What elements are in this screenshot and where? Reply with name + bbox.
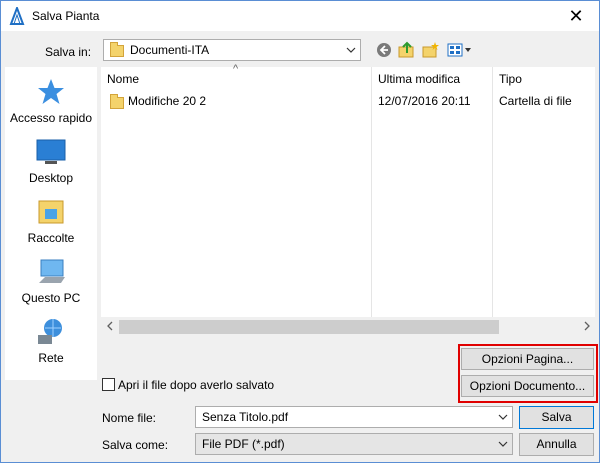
save-as-value: File PDF (*.pdf) — [202, 437, 285, 451]
place-label: Questo PC — [21, 291, 81, 305]
save-in-value: Documenti-ITA — [130, 43, 210, 57]
libraries-icon — [35, 197, 67, 227]
chevron-down-icon — [346, 42, 356, 61]
document-options-button[interactable]: Opzioni Documento... — [461, 375, 594, 397]
new-folder-icon — [422, 42, 439, 58]
app-logo-icon — [9, 7, 25, 25]
new-folder-button[interactable] — [422, 41, 440, 59]
horizontal-scrollbar[interactable] — [101, 317, 595, 337]
folder-icon — [110, 94, 124, 109]
filename-value: Senza Titolo.pdf — [202, 410, 289, 424]
place-label: Accesso rapido — [9, 111, 93, 125]
file-name: Modifiche 20 2 — [128, 94, 207, 108]
close-icon: ✕ — [568, 5, 584, 27]
back-button[interactable] — [375, 41, 393, 59]
chevron-down-icon — [498, 409, 508, 428]
desktop-icon — [35, 137, 67, 167]
column-header-name[interactable]: Nome — [101, 67, 371, 93]
back-icon — [377, 43, 391, 57]
cancel-button[interactable]: Annulla — [519, 433, 594, 456]
place-label: Rete — [38, 351, 64, 365]
open-after-save-checkbox[interactable] — [102, 378, 115, 391]
up-folder-button[interactable] — [398, 41, 416, 59]
save-as-dropdown[interactable]: File PDF (*.pdf) — [195, 433, 513, 455]
filename-input[interactable]: Senza Titolo.pdf — [195, 406, 513, 428]
file-modified: 12/07/2016 20:11 — [378, 94, 471, 108]
save-button-label: Salva — [541, 410, 572, 424]
title-bar: Salva Pianta ✕ — [1, 1, 599, 31]
chevron-down-icon — [498, 436, 508, 455]
folder-icon — [110, 42, 124, 57]
places-bar: Accesso rapido Desktop Raccolte Questo P… — [5, 67, 97, 380]
place-label: Desktop — [28, 171, 74, 185]
star-icon — [35, 77, 67, 107]
scroll-left-icon — [106, 319, 114, 336]
scrollbar-thumb[interactable] — [119, 320, 499, 334]
place-libraries[interactable]: Raccolte — [5, 197, 97, 245]
save-as-label: Salva come: — [102, 438, 169, 452]
window-title: Salva Pianta — [32, 9, 100, 23]
place-this-pc[interactable]: Questo PC — [5, 257, 97, 305]
save-in-label: Salva in: — [45, 45, 92, 59]
file-type: Cartella di file — [499, 94, 572, 108]
place-label: Raccolte — [27, 231, 75, 245]
view-menu-icon — [447, 43, 471, 57]
place-network[interactable]: Rete — [5, 317, 97, 365]
document-options-label: Opzioni Documento... — [469, 379, 586, 393]
page-options-label: Opzioni Pagina... — [481, 352, 574, 366]
view-menu-button[interactable] — [447, 41, 473, 59]
file-list[interactable]: ^ Nome Ultima modifica Tipo Modifiche 20… — [101, 63, 595, 337]
file-row[interactable]: Modifiche 20 2 12/07/2016 20:11 Cartella… — [101, 92, 595, 112]
place-quick-access[interactable]: Accesso rapido — [5, 77, 97, 125]
network-icon — [35, 317, 67, 347]
place-desktop[interactable]: Desktop — [5, 137, 97, 185]
column-header-type[interactable]: Tipo — [493, 67, 595, 93]
computer-icon — [35, 257, 67, 287]
open-after-save-label: Apri il file dopo averlo salvato — [118, 378, 275, 392]
save-button[interactable]: Salva — [519, 406, 594, 429]
column-header-modified[interactable]: Ultima modifica — [372, 67, 492, 93]
page-options-button[interactable]: Opzioni Pagina... — [461, 348, 594, 370]
cancel-button-label: Annulla — [536, 437, 577, 451]
save-dialog: Salva Pianta ✕ Salva in: Documenti-ITA A… — [0, 0, 600, 463]
up-folder-icon — [398, 41, 414, 58]
scroll-right-icon — [583, 319, 591, 336]
filename-label: Nome file: — [102, 411, 157, 425]
close-button[interactable]: ✕ — [553, 1, 599, 31]
save-in-dropdown[interactable]: Documenti-ITA — [103, 39, 361, 61]
